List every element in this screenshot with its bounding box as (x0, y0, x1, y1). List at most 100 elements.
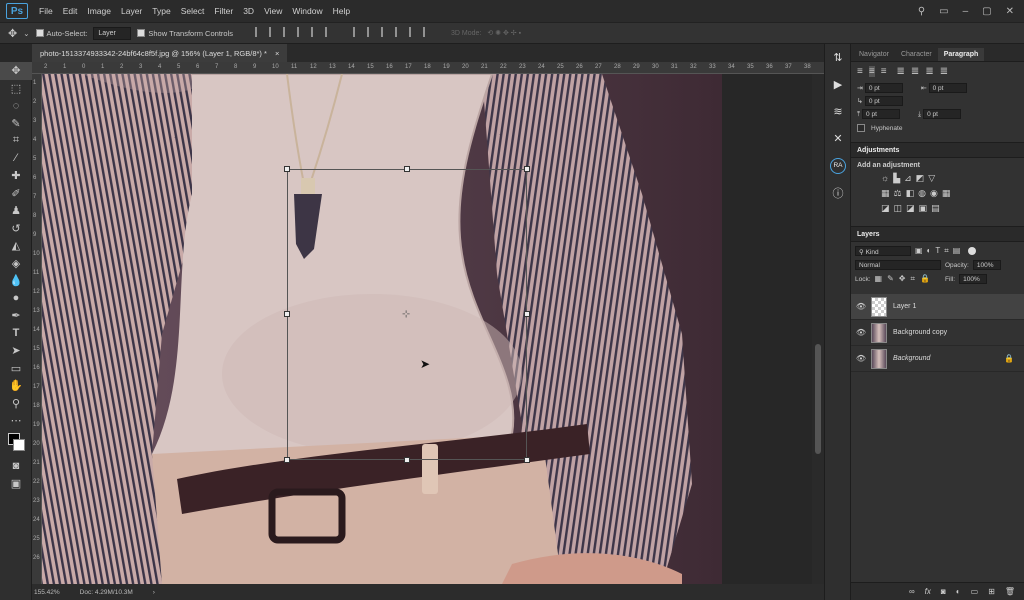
layer-name[interactable]: Background (893, 355, 930, 362)
menu-3d[interactable]: 3D (238, 6, 259, 16)
align-bottom-icon[interactable] (283, 27, 293, 37)
visibility-eye-icon[interactable]: 👁 (851, 328, 871, 337)
distribute-left-icon[interactable] (395, 27, 405, 37)
menu-file[interactable]: File (34, 6, 58, 16)
brightness-contrast-icon[interactable]: ☼ (881, 173, 889, 184)
fill-field[interactable]: 100% (959, 274, 988, 284)
transform-handle-bottom-right[interactable] (524, 457, 530, 463)
new-group-icon[interactable]: ▭ (971, 587, 979, 596)
align-center-text-icon[interactable]: ≡ (868, 66, 875, 77)
justify-left-icon[interactable]: ≣ (897, 66, 905, 77)
space-before-field[interactable]: ⤒ 0 pt (857, 109, 901, 119)
type-tool-icon[interactable]: T (0, 325, 32, 343)
history-brush-tool-icon[interactable]: ↺ (0, 220, 32, 238)
maximize-icon[interactable]: ▢ (982, 6, 991, 17)
new-adjustment-icon[interactable]: ◐ (956, 587, 961, 596)
tool-preset-chevron-icon[interactable]: ⌄ (23, 29, 29, 38)
menu-type[interactable]: Type (147, 6, 175, 16)
adjustments-header[interactable]: Adjustments (851, 142, 1024, 158)
layer-filter-dropdown[interactable]: ⚲ Kind (855, 246, 911, 256)
layer-row[interactable]: 👁 Background 🔒 (851, 346, 1024, 372)
channel-mixer-icon[interactable]: ◉ (930, 188, 938, 199)
rectangle-tool-icon[interactable]: ▭ (0, 360, 32, 378)
menu-filter[interactable]: Filter (209, 6, 238, 16)
transform-handle-bottom-left[interactable] (284, 457, 290, 463)
info-panel-icon[interactable]: ⓘ (825, 179, 851, 206)
eyedropper-tool-icon[interactable]: ⁄ (0, 150, 32, 168)
blend-mode-dropdown[interactable]: Normal (855, 260, 941, 270)
auto-select-dropdown[interactable]: Layer (93, 26, 132, 40)
paint-bucket-tool-icon[interactable]: ◈ (0, 255, 32, 273)
tab-navigator[interactable]: Navigator (853, 48, 895, 61)
distribute-hcenter-icon[interactable] (409, 27, 419, 37)
distribute-buttons[interactable] (351, 27, 435, 39)
crop-tool-icon[interactable]: ⌗ (0, 132, 32, 150)
move-tool-icon[interactable]: ✥ (8, 27, 17, 40)
tab-paragraph[interactable]: Paragraph (937, 48, 985, 61)
marquee-tool-icon[interactable]: ⬚ (0, 80, 32, 98)
clone-stamp-tool-icon[interactable]: ♟ (0, 202, 32, 220)
close-icon[interactable]: ✕ (1006, 6, 1014, 17)
indent-left-field[interactable]: ⇥ 0 pt (857, 83, 903, 93)
align-vcenter-icon[interactable] (269, 27, 279, 37)
delete-layer-icon[interactable]: 🗑 (1005, 587, 1015, 596)
space-after-field[interactable]: ⤓ 0 pt (918, 109, 962, 119)
transform-handle-top[interactable] (404, 166, 410, 172)
transform-handle-right[interactable] (524, 311, 530, 317)
transform-handle-bottom[interactable] (404, 457, 410, 463)
photo-filter-icon[interactable]: ◍ (918, 188, 926, 199)
layer-name[interactable]: Background copy (893, 329, 947, 336)
ra-plugin-icon[interactable]: RA (825, 152, 851, 179)
move-tool-icon[interactable]: ✥ (0, 62, 32, 80)
screen-mode-icon[interactable]: ▣ (0, 475, 32, 493)
distribute-vcenter-icon[interactable] (367, 27, 377, 37)
curves-icon[interactable]: ⊿ (904, 173, 912, 184)
fx-icon[interactable]: fx (925, 587, 931, 596)
align-hcenter-icon[interactable] (311, 27, 321, 37)
history-panel-icon[interactable]: ⇅ (825, 44, 851, 71)
hand-tool-icon[interactable]: ✋ (0, 377, 32, 395)
lock-icon[interactable]: 🔒 (1004, 354, 1014, 363)
black-white-icon[interactable]: ◧ (906, 188, 915, 199)
align-left-icon[interactable] (297, 27, 307, 37)
tools-cross-icon[interactable]: ✕ (825, 125, 851, 152)
align-right-text-icon[interactable]: ≡ (881, 66, 887, 77)
quick-select-tool-icon[interactable]: ✎ (0, 115, 32, 133)
layer-row[interactable]: 👁 Background copy (851, 320, 1024, 346)
threshold-icon[interactable]: ◪ (906, 203, 915, 214)
filter-toggle-icon[interactable] (968, 247, 977, 255)
justify-center-icon[interactable]: ≣ (911, 66, 919, 77)
path-select-tool-icon[interactable]: ➤ (0, 342, 32, 360)
blur-tool-icon[interactable]: 💧 (0, 272, 32, 290)
scrollbar-thumb[interactable] (815, 344, 821, 454)
healing-brush-tool-icon[interactable]: ✚ (0, 167, 32, 185)
background-color-swatch[interactable] (13, 438, 25, 451)
color-lookup-icon[interactable]: ▦ (942, 188, 951, 199)
hyphenate-checkbox[interactable]: Hyphenate (857, 124, 1018, 132)
menu-image[interactable]: Image (82, 6, 116, 16)
visibility-eye-icon[interactable]: 👁 (851, 302, 871, 311)
dodge-tool-icon[interactable]: ● (0, 290, 32, 308)
distribute-top-icon[interactable] (353, 27, 363, 37)
show-transform-checkbox[interactable]: Show Transform Controls (137, 29, 233, 38)
new-layer-icon[interactable]: ⊞ (988, 587, 995, 596)
status-arrow-icon[interactable]: › (153, 589, 155, 596)
link-layers-icon[interactable]: ∞ (909, 587, 915, 596)
hue-saturation-icon[interactable]: ▦ (881, 188, 890, 199)
document-tab[interactable]: photo-1513374933342-24bf64c8f5f.jpg @ 15… (32, 44, 288, 62)
workspace-icon[interactable]: ▭ (939, 6, 948, 17)
layers-header[interactable]: Layers (851, 226, 1024, 242)
indent-right-field[interactable]: ⇤ 0 pt (921, 83, 967, 93)
search-icon[interactable]: ⚲ (918, 6, 925, 17)
3d-orbit-icon[interactable]: ⟲ ✺ ✥ ✢ ▪ (487, 29, 521, 37)
posterize-icon[interactable]: ◫ (894, 203, 903, 214)
menu-view[interactable]: View (259, 6, 287, 16)
color-swatches[interactable] (0, 430, 32, 458)
align-right-icon[interactable] (325, 27, 335, 37)
close-tab-icon[interactable]: × (275, 49, 279, 58)
add-mask-icon[interactable]: ◙ (941, 587, 946, 596)
zoom-tool-icon[interactable]: ⚲ (0, 395, 32, 413)
auto-select-checkbox[interactable]: Auto-Select: (35, 29, 87, 38)
brush-tool-icon[interactable]: ✐ (0, 185, 32, 203)
menu-select[interactable]: Select (176, 6, 210, 16)
